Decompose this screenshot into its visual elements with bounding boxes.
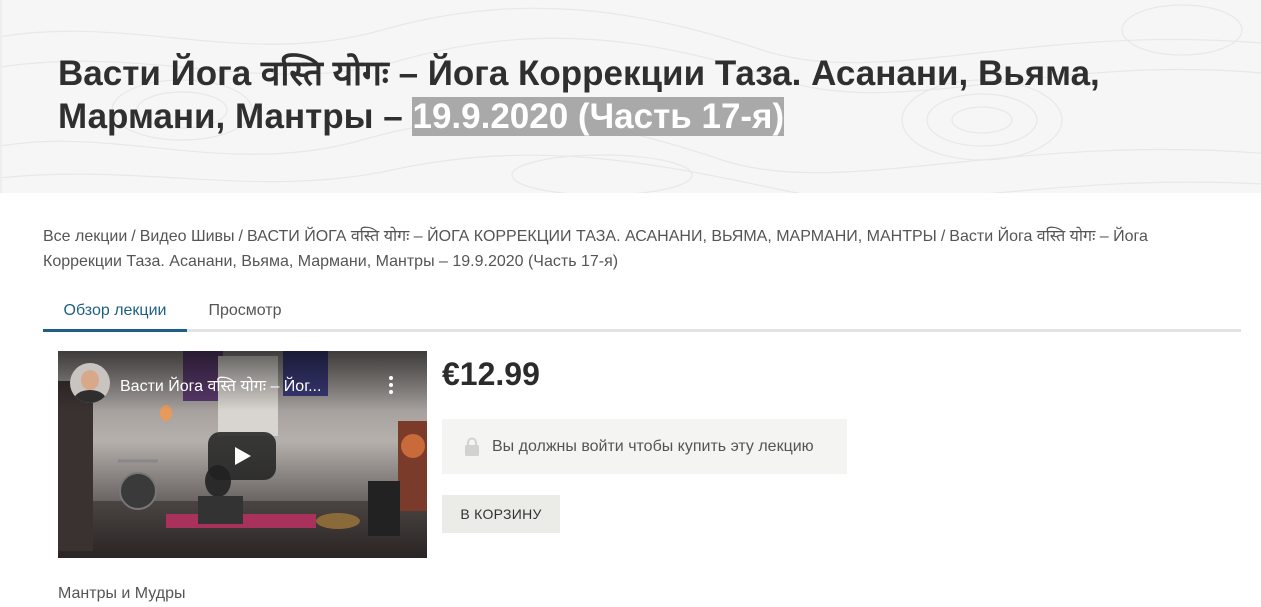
channel-avatar[interactable] xyxy=(70,363,110,403)
play-icon xyxy=(235,447,251,465)
lock-icon xyxy=(465,437,479,456)
add-to-cart-button[interactable]: В КОРЗИНУ xyxy=(442,495,560,533)
lecture-tabs: Обзор лекции Просмотр xyxy=(43,297,1241,332)
lecture-category[interactable]: Мантры и Мудры xyxy=(58,585,186,603)
breadcrumb-item-all-lectures[interactable]: Все лекции xyxy=(43,228,127,245)
page-title-date-highlight: 19.9.2020 (Часть 17-я) xyxy=(412,97,785,136)
play-button[interactable] xyxy=(208,432,276,480)
breadcrumb-item-shiva-videos[interactable]: Видео Шивы xyxy=(140,228,235,245)
breadcrumb-separator: / xyxy=(940,228,946,245)
breadcrumb-separator: / xyxy=(131,228,136,245)
kebab-menu-icon[interactable] xyxy=(388,375,394,395)
login-notice-text: Вы должны войти чтобы купить эту лекцию xyxy=(492,437,814,455)
breadcrumb-separator: / xyxy=(238,228,243,245)
login-notice: Вы должны войти чтобы купить эту лекцию xyxy=(442,419,847,474)
tab-overview[interactable]: Обзор лекции xyxy=(43,297,187,332)
video-title[interactable]: Васти Йога वस्ति योगः – Йог... xyxy=(120,374,380,396)
breadcrumb-item-course[interactable]: ВАСТИ ЙОГА वस्ति योगः – ЙОГА КОРРЕКЦИИ Т… xyxy=(247,228,937,245)
tab-preview[interactable]: Просмотр xyxy=(199,297,291,329)
page-header: Васти Йога वस्ति योगः – Йога Коррекции Т… xyxy=(0,0,1261,193)
breadcrumb: Все лекции / Видео Шивы / ВАСТИ ЙОГА वस्ति य… xyxy=(43,224,1193,274)
video-player[interactable]: Васти Йога वस्ति योगः – Йог... xyxy=(58,351,427,558)
product-price: €12.99 xyxy=(442,356,540,392)
page-title: Васти Йога वस्ति योगः – Йога Коррекции Т… xyxy=(58,52,1208,138)
